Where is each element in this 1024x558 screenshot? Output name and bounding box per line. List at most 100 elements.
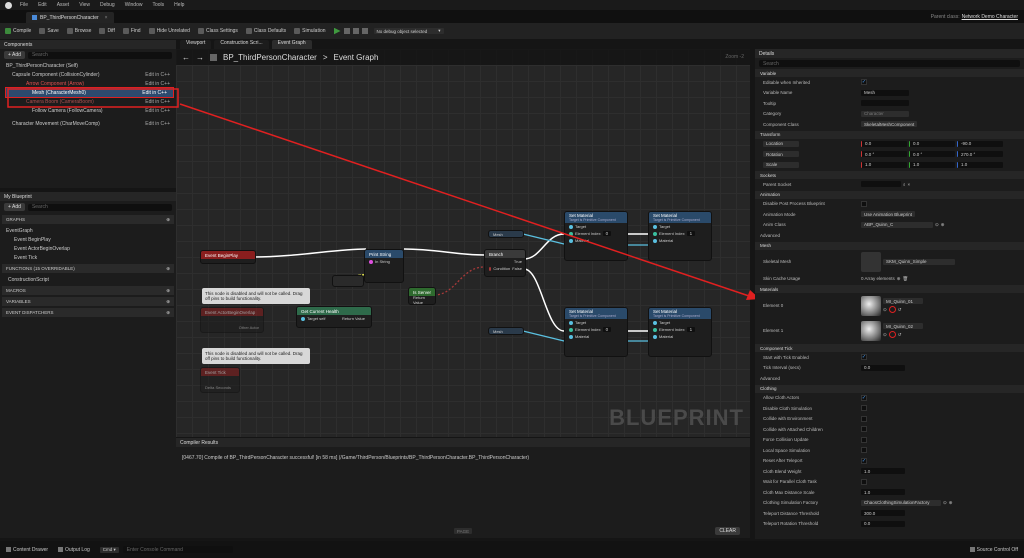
page-select[interactable]: PAGE [453, 528, 473, 534]
use-selected-icon[interactable]: ⊕ [949, 500, 953, 506]
checkbox-checked[interactable]: ✓ [861, 79, 867, 86]
rotation-z-field[interactable]: 270.0 ° [957, 151, 1003, 158]
category-event-dispatchers[interactable]: EVENT DISPATCHERS ⊕ [2, 308, 174, 317]
node-append-string[interactable] [332, 275, 364, 287]
add-icon[interactable]: ⊕ [166, 288, 170, 294]
node-set-material-3[interactable]: Set Material Target is Primitive Componen… [564, 307, 628, 357]
pin-element-index[interactable]: Element Index 1 [649, 230, 711, 237]
cloth-blend-field[interactable]: 1.0 [861, 468, 905, 475]
pin-other-actor[interactable]: Other Actor [201, 324, 263, 331]
tab-event-graph[interactable]: Event Graph [271, 40, 312, 49]
scale-y-field[interactable]: 1.0 [909, 161, 955, 168]
pin-material[interactable]: Material [649, 333, 711, 340]
class-defaults-button[interactable]: Class Defaults [245, 28, 286, 34]
node-set-material-2[interactable]: Set Material Target is Primitive Componen… [648, 211, 712, 261]
tick-interval-field[interactable]: 0.0 [861, 364, 905, 371]
tab-construction-script[interactable]: Construction Scri... [214, 40, 269, 49]
diff-button[interactable]: Diff [99, 28, 115, 34]
edit-in-cpp-link[interactable]: Edit in C++ [145, 121, 170, 127]
source-control-button[interactable]: Source Control Off [969, 547, 1018, 553]
step-icon[interactable] [352, 28, 359, 34]
section-component-tick[interactable]: Component Tick [755, 344, 1024, 352]
animation-mode-select[interactable]: Use Animation Blueprint [861, 211, 916, 218]
pin-true[interactable]: True [485, 258, 525, 265]
details-search-input[interactable]: Search [759, 60, 1020, 67]
pause-icon[interactable] [343, 28, 350, 34]
section-sockets[interactable]: Sockets [755, 171, 1024, 179]
add-component-button[interactable]: + Add [4, 51, 25, 59]
advanced-expander[interactable]: Advanced [755, 373, 1024, 384]
menu-file[interactable]: File [20, 2, 28, 8]
node-event-actor-begin-overlap[interactable]: Event ActorBeginOverlap Other Actor [200, 307, 264, 333]
section-variable[interactable]: Variable [755, 69, 1024, 77]
edit-in-cpp-link[interactable]: Edit in C++ [145, 72, 170, 78]
scale-z-field[interactable]: 1.0 [957, 161, 1003, 168]
element-index-field[interactable]: 0 [602, 231, 612, 236]
add-icon[interactable]: ⊕ [166, 217, 170, 223]
pin-element-index[interactable]: Element Index 1 [649, 326, 711, 333]
cmd-select[interactable]: Cmd ▾ [99, 546, 119, 553]
teleport-distance-field[interactable]: 300.0 [861, 510, 905, 517]
scale-x-field[interactable]: 1.0 [861, 161, 907, 168]
menu-debug[interactable]: Debug [100, 2, 115, 8]
browse-button[interactable]: Browse [66, 28, 91, 34]
cloth-factory-select[interactable]: ChaosClothingSimulationFactory [861, 499, 941, 506]
checkbox-unchecked[interactable] [861, 405, 867, 412]
browse-icon[interactable]: ⊙ [943, 500, 947, 506]
event-item-begin-play[interactable]: Event BeginPlay [0, 235, 176, 244]
browse-icon[interactable]: ⊙ [935, 222, 939, 228]
checkbox-checked[interactable]: ✓ [861, 457, 867, 464]
category-select[interactable]: Character [861, 110, 909, 117]
rotation-y-field[interactable]: 0.0 ° [909, 151, 955, 158]
pin-in-string[interactable]: In String [365, 258, 403, 265]
class-settings-button[interactable]: Class Settings [197, 28, 238, 34]
checkbox-checked[interactable]: ✓ [861, 354, 867, 361]
pin-material[interactable]: Material [565, 237, 627, 244]
trash-icon[interactable]: 🗑 [903, 276, 909, 282]
node-mesh-getter-1[interactable]: Mesh [488, 230, 524, 238]
add-member-button[interactable]: + Add [4, 203, 25, 211]
checkbox-unchecked[interactable] [861, 447, 867, 454]
advanced-expander[interactable]: Advanced [755, 230, 1024, 241]
node-set-material-4[interactable]: Set Material Target is Primitive Componen… [648, 307, 712, 357]
category-graphs[interactable]: GRAPHS ⊕ [2, 215, 174, 224]
scale-mode-select[interactable]: Scale [763, 161, 799, 168]
compile-button[interactable]: Compile [5, 28, 31, 34]
rotation-x-field[interactable]: 0.0 ° [861, 151, 907, 158]
node-mesh-getter-2[interactable]: Mesh [488, 327, 524, 335]
checkbox-unchecked[interactable] [861, 436, 867, 443]
tree-item-mesh[interactable]: Mesh (CharacterMesh0) Edit in C++ [5, 87, 174, 98]
pin-target[interactable]: Target self Return Value [297, 315, 371, 322]
section-materials[interactable]: Materials [755, 285, 1024, 293]
play-icon[interactable] [333, 27, 341, 35]
browse-icon[interactable]: ⊙ [883, 332, 887, 338]
category-variables[interactable]: VARIABLES ⊕ [2, 297, 174, 306]
section-transform[interactable]: Transform [755, 130, 1024, 139]
node-print-string[interactable]: Print String In String [364, 249, 404, 283]
components-search-input[interactable]: Search [27, 51, 172, 59]
reset-icon[interactable]: ↺ [898, 307, 902, 313]
pin-material[interactable]: Material [649, 237, 711, 244]
find-button[interactable]: Find [122, 28, 141, 34]
menu-help[interactable]: Help [174, 2, 184, 8]
use-selected-icon[interactable]: ⊕ [941, 222, 945, 228]
event-item-tick[interactable]: Event Tick [0, 253, 176, 262]
edit-in-cpp-link[interactable]: Edit in C++ [142, 90, 167, 96]
tree-item-follow-camera[interactable]: Follow Camera (FollowCamera) Edit in C++ [0, 106, 176, 115]
pin-material[interactable]: Material [565, 333, 627, 340]
rotation-mode-select[interactable]: Rotation [763, 151, 799, 158]
element-index-field[interactable]: 0 [602, 327, 612, 332]
pin-target[interactable]: Target [649, 223, 711, 230]
menu-tools[interactable]: Tools [152, 2, 164, 8]
search-icon[interactable]: ⌕ [903, 182, 906, 187]
pin-condition[interactable]: Condition False [485, 265, 525, 272]
category-macros[interactable]: MACROS ⊕ [2, 286, 174, 295]
simulation-button[interactable]: Simulation [294, 28, 326, 34]
tab-viewport[interactable]: Viewport [180, 40, 212, 49]
category-functions[interactable]: FUNCTIONS (15 OVERRIDABLE) ⊕ [2, 264, 174, 273]
cloth-max-distance-field[interactable]: 1.0 [861, 489, 905, 496]
save-button[interactable]: Save [39, 28, 59, 34]
edit-in-cpp-link[interactable]: Edit in C++ [145, 81, 170, 87]
edit-in-cpp-link[interactable]: Edit in C++ [145, 108, 170, 114]
tree-item-arrow[interactable]: Arrow Component (Arrow) Edit in C++ [0, 79, 176, 88]
